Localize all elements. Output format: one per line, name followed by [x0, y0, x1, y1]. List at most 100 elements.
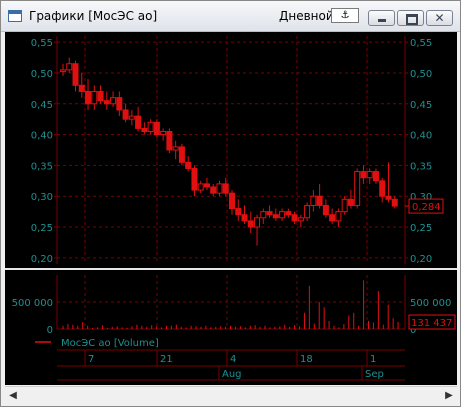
price-tick-label-left: 0,40	[31, 131, 53, 142]
candle-body	[297, 217, 304, 222]
candle-body	[391, 198, 398, 207]
candle-body	[172, 146, 179, 151]
minimize-icon	[369, 11, 394, 25]
price-tick-label-right: 0,45	[410, 100, 432, 111]
candle-body	[110, 97, 117, 105]
candle-body	[379, 180, 386, 197]
period-label: Дневной	[279, 9, 334, 23]
candle-body	[66, 63, 73, 71]
candle-body	[247, 220, 254, 228]
candle-body	[185, 161, 192, 169]
chart-svg[interactable]: 0,55 0,55 0,50 0,50 0,45 0,45 0,40 0,40 0,35 0,35…	[5, 32, 457, 385]
candle-body	[160, 131, 167, 136]
volume-tick-label-right: 500 000	[410, 298, 451, 309]
candle-body	[210, 186, 217, 194]
last-price-label: 0,284	[412, 202, 441, 213]
time-axis-month-label: Sep	[365, 369, 384, 380]
time-axis-day-label: 7	[88, 354, 94, 365]
candle-body	[316, 195, 323, 206]
candle-body	[97, 90, 104, 102]
volume-tick-label-left: 0	[47, 325, 53, 336]
maximize-icon	[398, 11, 423, 25]
volume-tick-label-left: 500 000	[12, 298, 53, 309]
candle-body	[372, 171, 379, 182]
close-icon: ✕	[434, 11, 445, 25]
candle-body	[360, 171, 367, 179]
panel-separator	[5, 268, 457, 270]
candle-body	[116, 97, 123, 111]
candle-body	[260, 211, 267, 219]
candle-body	[254, 217, 261, 228]
candle-body	[347, 198, 354, 206]
price-tick-label-left: 0,20	[31, 254, 53, 265]
price-tick-label-left: 0,45	[31, 100, 53, 111]
candle-body	[385, 195, 392, 200]
candle-body	[141, 127, 148, 133]
candle-body	[122, 109, 129, 120]
time-axis-day-label: 18	[300, 354, 313, 365]
candle-body	[285, 211, 292, 216]
time-axis-day-label: 4	[230, 354, 236, 365]
anchor-button[interactable]: ⚓	[331, 8, 359, 23]
candle-body	[279, 211, 286, 219]
price-tick-label-left: 0,25	[31, 223, 53, 234]
price-tick-label-right: 0,40	[410, 131, 432, 142]
candle-body	[216, 183, 223, 194]
legend-label: МосЭС ао [Volume]	[61, 338, 159, 349]
candle-body	[85, 90, 92, 105]
candle-body	[229, 192, 235, 210]
candle-body	[310, 195, 317, 206]
candle-body	[128, 115, 135, 120]
candle-body	[291, 214, 298, 222]
price-tick-label-left: 0,30	[31, 192, 53, 203]
candle-body	[147, 121, 154, 133]
price-tick-label-right: 0,35	[410, 161, 432, 172]
candle-body	[203, 183, 210, 188]
candle-body	[235, 208, 242, 216]
candle-body	[266, 211, 273, 216]
price-tick-label-right: 0,20	[410, 254, 432, 265]
scroll-right-icon[interactable]: ▶	[441, 388, 457, 403]
price-tick-label-right: 0,50	[410, 69, 432, 80]
chart-area[interactable]: 0,55 0,55 0,50 0,50 0,45 0,45 0,40 0,40 0,35 0,35…	[5, 32, 457, 385]
candle-body	[322, 204, 329, 216]
title-bar[interactable]: Графики [МосЭС ао] Дневной ⚓ ✕	[1, 1, 460, 32]
time-axis-month-label: Aug	[222, 369, 242, 380]
time-axis-day-label: 1	[370, 354, 376, 365]
candle-body	[72, 63, 79, 86]
candle-body	[78, 84, 85, 92]
minimize-button[interactable]	[368, 10, 395, 26]
price-tick-label-left: 0,35	[31, 161, 53, 172]
scroll-left-icon[interactable]: ◀	[5, 388, 21, 403]
candle-body	[341, 198, 348, 213]
candle-body	[272, 214, 279, 219]
last-volume-label: 131 437	[411, 318, 452, 329]
candle-body	[103, 100, 110, 105]
candle-body	[197, 183, 204, 191]
horizontal-scrollbar[interactable]: ◀ ▶	[5, 386, 457, 404]
price-tick-label-left: 0,50	[31, 69, 53, 80]
candle-body	[91, 90, 98, 105]
candle-body	[153, 121, 160, 136]
candle-body	[135, 115, 142, 129]
time-axis-day-label: 21	[160, 354, 173, 365]
candle-body	[366, 171, 373, 179]
close-button[interactable]: ✕	[426, 10, 453, 26]
candle-body	[335, 211, 342, 222]
candle-body	[60, 69, 66, 72]
candle-body	[304, 204, 311, 219]
candle-body	[354, 171, 361, 206]
chart-window: Графики [МосЭС ао] Дневной ⚓ ✕ 0,55 0,55 0…	[0, 0, 461, 407]
price-tick-label-left: 0,55	[31, 38, 53, 49]
maximize-button[interactable]	[397, 10, 424, 26]
candle-body	[178, 146, 185, 163]
candle-body	[241, 214, 248, 222]
candle-body	[191, 167, 198, 191]
candle-body	[329, 214, 336, 222]
price-tick-label-right: 0,25	[410, 223, 432, 234]
candle-body	[166, 131, 173, 151]
window-title: Графики [МосЭС ао]	[29, 9, 158, 23]
candle-body	[222, 183, 229, 194]
price-tick-label-right: 0,55	[410, 38, 432, 49]
chart-window-icon	[8, 10, 22, 22]
